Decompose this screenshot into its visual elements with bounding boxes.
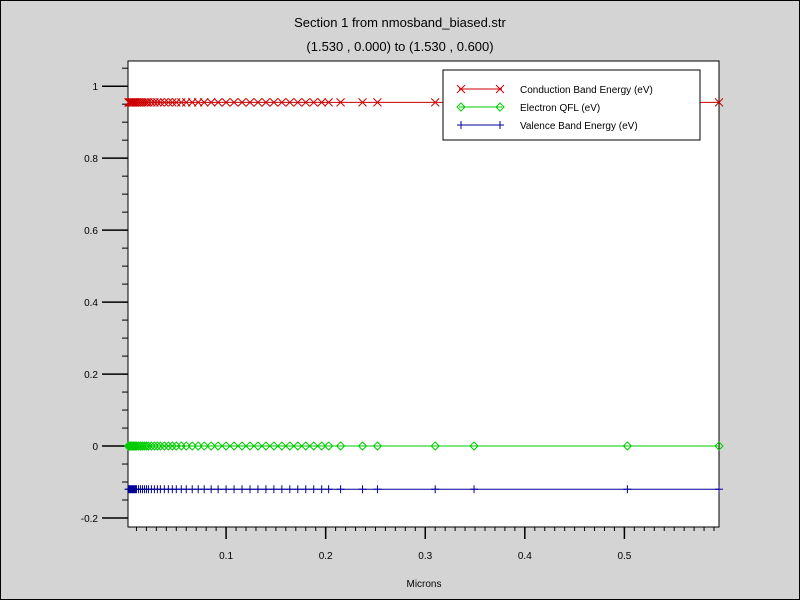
- x-tick-label: 0.1: [219, 551, 233, 562]
- y-tick-label: 0.4: [84, 298, 98, 309]
- y-tick-label: 0.8: [84, 154, 98, 165]
- x-tick-label: 0.2: [319, 551, 333, 562]
- x-axis: 0.1 0.2 0.3 0.4 0.5: [135, 527, 715, 562]
- chart-canvas: Section 1 from nmosband_biased.str (1.53…: [0, 0, 800, 600]
- legend-label-2: Valence Band Energy (eV): [520, 121, 638, 132]
- legend-label-1: Electron QFL (eV): [520, 103, 600, 114]
- x-axis-label: Microns: [406, 579, 441, 590]
- legend-label-0: Conduction Band Energy (eV): [520, 85, 653, 96]
- y-tick-label: 1: [92, 82, 98, 93]
- x-tick-label: 0.5: [617, 551, 631, 562]
- y-tick-label: 0.6: [84, 226, 98, 237]
- x-tick-label: 0.3: [418, 551, 432, 562]
- y-tick-label: 0: [92, 442, 98, 453]
- y-axis: -0.2 0 0.2 0.4 0.6 0.8 1: [81, 67, 128, 525]
- y-tick-label: 0.2: [84, 370, 98, 381]
- chart-window: Section 1 from nmosband_biased.str (1.53…: [0, 0, 800, 600]
- x-tick-label: 0.4: [518, 551, 532, 562]
- chart-subtitle: (1.530 , 0.000) to (1.530 , 0.600): [306, 39, 493, 54]
- legend: Conduction Band Energy (eV) Electron QFL …: [442, 69, 701, 141]
- y-tick-label: -0.2: [81, 514, 99, 525]
- chart-title: Section 1 from nmosband_biased.str: [294, 15, 506, 30]
